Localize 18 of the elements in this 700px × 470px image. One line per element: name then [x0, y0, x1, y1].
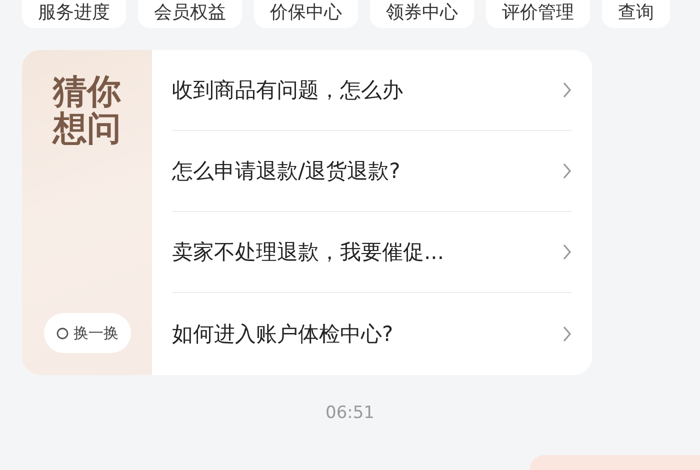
question-item[interactable]: 如何进入账户体检中心?: [172, 293, 572, 374]
refresh-icon: [56, 326, 68, 340]
chevron-right-icon: [562, 243, 572, 261]
shortcut-chip[interactable]: 价保中心: [254, 0, 358, 28]
shortcut-chip[interactable]: 领券中心: [370, 0, 474, 28]
chevron-right-icon: [562, 324, 572, 342]
question-item[interactable]: 卖家不处理退款，我要催促...: [172, 212, 572, 293]
chevron-right-icon: [562, 81, 572, 99]
refresh-button[interactable]: 换一换: [44, 313, 130, 353]
shortcut-chip[interactable]: 服务进度: [22, 0, 126, 28]
shortcut-chip[interactable]: 评价管理: [486, 0, 590, 28]
shortcut-chip[interactable]: 会员权益: [138, 0, 242, 28]
shortcut-chip[interactable]: 查询: [602, 0, 670, 28]
card-title: 猜你想问: [51, 74, 122, 149]
question-item[interactable]: 收到商品有问题，怎么办: [172, 50, 572, 131]
question-item[interactable]: 怎么申请退款/退货退款?: [172, 131, 572, 212]
timestamp: 06:51: [324, 403, 376, 423]
chevron-right-icon: [562, 162, 572, 180]
